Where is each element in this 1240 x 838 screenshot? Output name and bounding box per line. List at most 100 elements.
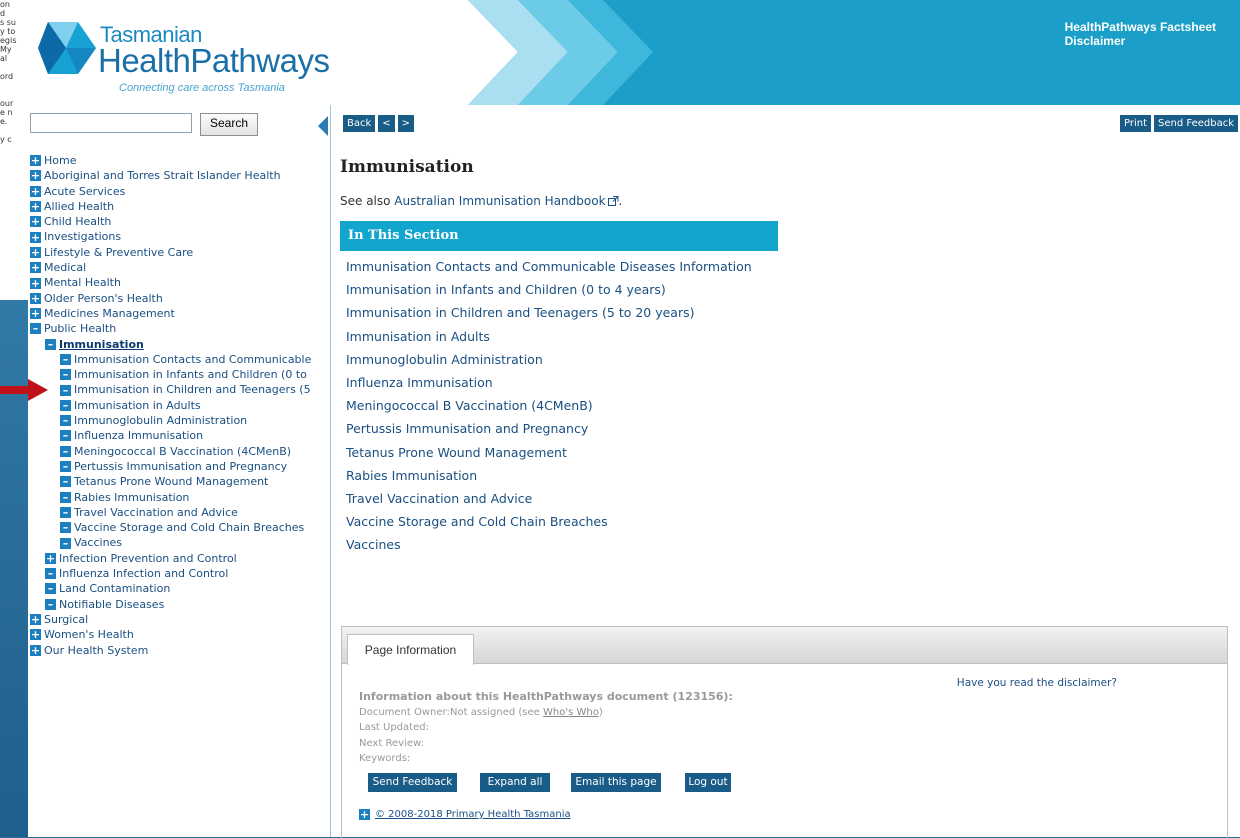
tree-item[interactable]: – Tetanus Prone Wound Management xyxy=(30,474,330,489)
tree-item[interactable]: – Land Contamination xyxy=(30,581,330,596)
collapse-minus-icon[interactable]: – xyxy=(45,568,56,580)
tree-item[interactable]: – Immunisation xyxy=(30,337,330,352)
tree-item[interactable]: + Lifestyle & Preventive Care xyxy=(30,245,330,260)
collapse-minus-icon[interactable]: – xyxy=(30,323,41,335)
expand-plus-icon[interactable]: + xyxy=(30,155,41,167)
section-link[interactable]: Immunisation in Adults xyxy=(346,325,752,348)
tree-item[interactable]: + Medical xyxy=(30,260,330,275)
tree-item[interactable]: – Influenza Immunisation xyxy=(30,428,330,443)
tree-item[interactable]: – Immunisation in Adults xyxy=(30,398,330,413)
expand-plus-icon[interactable]: + xyxy=(45,552,56,564)
print-button[interactable]: Print xyxy=(1119,115,1151,132)
expand-plus-icon[interactable]: + xyxy=(30,216,41,228)
collapse-sidebar-icon[interactable] xyxy=(318,116,328,136)
section-link[interactable]: Tetanus Prone Wound Management xyxy=(346,441,752,464)
factsheet-link[interactable]: HealthPathways Factsheet xyxy=(1065,20,1216,34)
collapse-minus-icon[interactable]: – xyxy=(45,338,56,350)
tree-item[interactable]: + Medicines Management xyxy=(30,306,330,321)
expand-plus-icon[interactable]: + xyxy=(30,185,41,197)
tree-item[interactable]: + Women's Health xyxy=(30,627,330,642)
email-page-button[interactable]: Email this page xyxy=(571,773,661,792)
expand-plus-icon[interactable]: + xyxy=(30,277,41,289)
tree-item[interactable]: + Older Person's Health xyxy=(30,291,330,306)
disclaimer-link[interactable]: Disclaimer xyxy=(1065,34,1216,48)
section-link[interactable]: Immunoglobulin Administration xyxy=(346,348,752,371)
section-link[interactable]: Rabies Immunisation xyxy=(346,464,752,487)
tab-page-information[interactable]: Page Information xyxy=(347,634,474,665)
section-link[interactable]: Immunisation in Infants and Children (0 … xyxy=(346,278,752,301)
section-link[interactable]: Influenza Immunisation xyxy=(346,371,752,394)
expand-plus-icon[interactable]: + xyxy=(30,231,41,243)
section-link[interactable]: Travel Vaccination and Advice xyxy=(346,487,752,510)
tree-item[interactable]: + Infection Prevention and Control xyxy=(30,551,330,566)
expand-plus-icon[interactable]: + xyxy=(30,170,41,182)
send-feedback-button[interactable]: Send Feedback xyxy=(1154,115,1238,132)
collapse-minus-icon[interactable]: – xyxy=(45,583,56,595)
whos-who-link[interactable]: Who's Who xyxy=(543,707,599,718)
expand-plus-icon[interactable]: + xyxy=(30,308,41,320)
collapse-minus-icon[interactable]: – xyxy=(60,522,71,534)
section-link[interactable]: Meningococcal B Vaccination (4CMenB) xyxy=(346,394,752,417)
tree-item[interactable]: – Notifiable Diseases xyxy=(30,597,330,612)
tree-item[interactable]: – Immunoglobulin Administration xyxy=(30,413,330,428)
tree-item[interactable]: – Travel Vaccination and Advice xyxy=(30,505,330,520)
immunisation-handbook-link[interactable]: Australian Immunisation Handbook xyxy=(394,194,619,208)
logout-button[interactable]: Log out xyxy=(685,773,731,792)
footer-send-feedback-button[interactable]: Send Feedback xyxy=(368,773,457,792)
expand-plus-icon[interactable]: + xyxy=(30,201,41,213)
section-link[interactable]: Immunisation in Children and Teenagers (… xyxy=(346,301,752,324)
collapse-minus-icon[interactable]: – xyxy=(60,445,71,457)
back-button[interactable]: Back xyxy=(343,115,376,132)
expand-all-button[interactable]: Expand all xyxy=(480,773,550,792)
tree-item[interactable]: – Pertussis Immunisation and Pregnancy xyxy=(30,459,330,474)
expand-plus-icon[interactable]: + xyxy=(30,629,41,641)
tree-item[interactable]: – Meningococcal B Vaccination (4CMenB) xyxy=(30,444,330,459)
tree-item[interactable]: – Immunisation Contacts and Communicable xyxy=(30,352,330,367)
tree-item[interactable]: + Mental Health xyxy=(30,275,330,290)
collapse-minus-icon[interactable]: – xyxy=(60,491,71,503)
disclaimer-question-link[interactable]: Have you read the disclaimer? xyxy=(957,677,1117,689)
section-link[interactable]: Vaccine Storage and Cold Chain Breaches xyxy=(346,510,752,533)
tree-item[interactable]: + Investigations xyxy=(30,229,330,244)
collapse-minus-icon[interactable]: – xyxy=(60,384,71,396)
search-button[interactable]: Search xyxy=(200,113,258,136)
tree-item[interactable]: – Vaccines xyxy=(30,535,330,550)
section-link[interactable]: Vaccines xyxy=(346,533,752,556)
tree-item[interactable]: + Aboriginal and Torres Strait Islander H… xyxy=(30,168,330,183)
collapse-minus-icon[interactable]: – xyxy=(60,506,71,518)
expand-plus-icon[interactable]: + xyxy=(30,644,41,656)
tree-item[interactable]: + Acute Services xyxy=(30,184,330,199)
tree-item[interactable]: + Child Health xyxy=(30,214,330,229)
collapse-minus-icon[interactable]: – xyxy=(60,354,71,365)
tree-item[interactable]: – Vaccine Storage and Cold Chain Breaches xyxy=(30,520,330,535)
next-button[interactable]: > xyxy=(397,115,415,132)
section-link[interactable]: Immunisation Contacts and Communicable D… xyxy=(346,255,752,278)
tree-item[interactable]: – Immunisation in Children and Teenagers … xyxy=(30,382,330,397)
tree-item[interactable]: + Our Health System xyxy=(30,643,330,658)
collapse-minus-icon[interactable]: – xyxy=(60,369,71,381)
copyright-link[interactable]: © 2008-2018 Primary Health Tasmania xyxy=(375,809,571,820)
section-link[interactable]: Pertussis Immunisation and Pregnancy xyxy=(346,417,752,440)
previous-button[interactable]: < xyxy=(378,115,395,132)
tree-item[interactable]: + Home xyxy=(30,153,330,168)
tree-item[interactable]: + Surgical xyxy=(30,612,330,627)
tree-item[interactable]: – Immunisation in Infants and Children (0… xyxy=(30,367,330,382)
tree-item[interactable]: + Allied Health xyxy=(30,199,330,214)
collapse-minus-icon[interactable]: – xyxy=(60,430,71,442)
collapse-minus-icon[interactable]: – xyxy=(60,461,71,473)
search-input[interactable] xyxy=(30,113,192,133)
collapse-minus-icon[interactable]: – xyxy=(60,537,71,549)
expand-plus-icon[interactable]: + xyxy=(30,292,41,304)
tree-item[interactable]: – Public Health xyxy=(30,321,330,336)
expand-plus-icon[interactable]: + xyxy=(30,614,41,626)
expand-plus-icon[interactable]: + xyxy=(359,809,370,820)
collapse-minus-icon[interactable]: – xyxy=(60,399,71,411)
collapse-minus-icon[interactable]: – xyxy=(45,598,56,610)
collapse-minus-icon[interactable]: – xyxy=(60,476,71,488)
logo-icon[interactable] xyxy=(38,22,100,82)
expand-plus-icon[interactable]: + xyxy=(30,262,41,274)
tree-item[interactable]: – Rabies Immunisation xyxy=(30,490,330,505)
collapse-minus-icon[interactable]: – xyxy=(60,415,71,427)
expand-plus-icon[interactable]: + xyxy=(30,246,41,258)
tree-item[interactable]: – Influenza Infection and Control xyxy=(30,566,330,581)
